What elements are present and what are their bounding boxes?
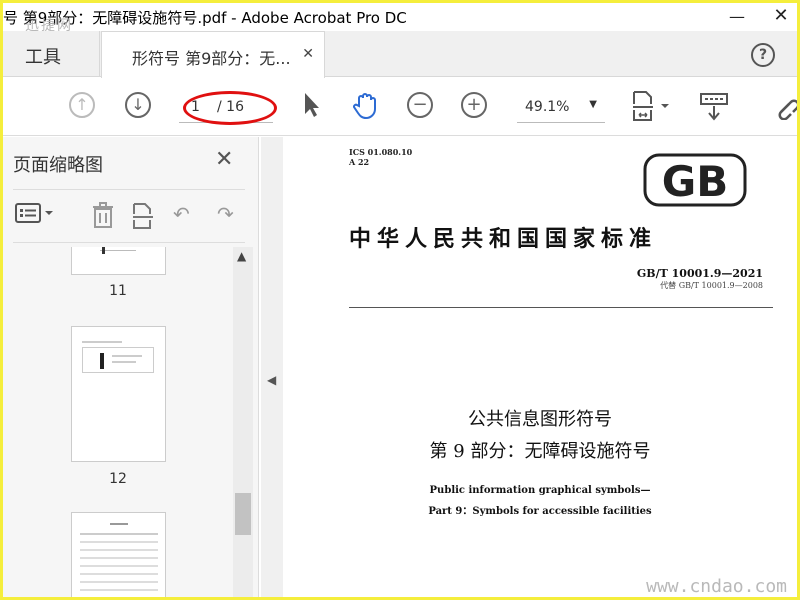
close-tab-icon[interactable]: ✕ (302, 46, 314, 62)
thumbnail-panel: 页面缩略图 ✕ ↶ ↷ 11 12 ▲ (3, 137, 259, 597)
divider (349, 307, 773, 308)
delete-page-icon[interactable] (91, 202, 115, 233)
app-window: 号 第9部分：无障碍设施符号.pdf - Adobe Acrobat Pro D… (0, 0, 800, 600)
scrollbar-thumb[interactable] (235, 493, 251, 535)
thumbnail-label: 12 (109, 471, 127, 487)
chevron-up-icon[interactable]: ▲ (237, 249, 246, 263)
close-window-icon[interactable]: ✕ (769, 5, 793, 27)
scroll-mode-icon[interactable] (699, 92, 729, 126)
document-subtitle-cn: 第 9 部分：无障碍设施符号 (429, 441, 651, 462)
link-icon[interactable] (775, 92, 797, 126)
ccs-code: A 22 (349, 157, 370, 167)
tab-bar: 工具 形符号 第9部分：无... ✕ ? (3, 31, 797, 78)
title-bar: 号 第9部分：无障碍设施符号.pdf - Adobe Acrobat Pro D… (3, 3, 797, 34)
thumbnail-label: 11 (109, 283, 127, 299)
thumbnail-scrollbar[interactable]: ▲ (233, 247, 253, 597)
page-thumbnail-13[interactable] (71, 512, 166, 597)
document-title-cn: 公共信息图形符号 (468, 409, 612, 430)
help-icon[interactable]: ? (751, 43, 775, 67)
hand-tool-icon[interactable] (351, 90, 381, 126)
logo-text: GB (662, 157, 729, 206)
page-thumbnail-12[interactable] (71, 326, 166, 462)
gb-logo: GB (643, 153, 747, 207)
ics-code: ICS 01.080.10 (349, 147, 413, 157)
page-thumbnail-11[interactable] (71, 247, 166, 275)
next-page-icon[interactable]: ↓ (125, 92, 151, 118)
select-cursor-icon[interactable] (303, 92, 321, 124)
rotate-left-icon[interactable]: ↶ (173, 202, 190, 226)
document-viewer[interactable]: ICS 01.080.10 A 22 GB 中华人民共和国国家标准 GB/T 1… (283, 137, 797, 597)
tab-document-label: 形符号 第9部分：无... (132, 49, 291, 68)
tab-document[interactable]: 形符号 第9部分：无... ✕ (101, 31, 325, 78)
zoom-level-value: 49.1% (525, 99, 570, 115)
close-panel-icon[interactable]: ✕ (215, 147, 233, 172)
previous-page-icon[interactable]: ↑ (69, 92, 95, 118)
red-annotation-ellipse (183, 91, 277, 125)
site-watermark: www.cndao.com (646, 576, 787, 597)
panel-collapse-strip[interactable]: ◀ (261, 137, 283, 597)
tab-tools[interactable]: 工具 (3, 31, 100, 77)
zoom-in-icon[interactable]: + (461, 92, 487, 118)
minimize-icon[interactable]: — (729, 7, 745, 26)
insert-page-icon[interactable] (131, 202, 157, 235)
panel-title: 页面缩略图 (13, 155, 103, 176)
chevron-down-icon: ▼ (589, 99, 597, 110)
thumbnail-list: 11 12 (13, 247, 231, 597)
collapse-left-icon[interactable]: ◀ (267, 373, 276, 387)
rotate-right-icon[interactable]: ↷ (217, 202, 234, 226)
main-toolbar: ↑ ↓ 1 / 16 − + 49.1% ▼ (3, 78, 797, 136)
options-menu-icon[interactable] (15, 202, 55, 229)
document-subtitle-en: Part 9：Symbols for accessible facilities (428, 506, 652, 517)
standard-number: GB/T 10001.9—2021 (636, 267, 763, 280)
page-fit-icon[interactable] (631, 90, 675, 126)
document-heading: 中华人民共和国国家标准 (349, 226, 658, 252)
zoom-level-select[interactable]: 49.1% ▼ (517, 93, 605, 123)
document-title-en: Public information graphical symbols— (429, 485, 651, 496)
thumbnail-toolbar: ↶ ↷ (13, 189, 245, 243)
replaces-standard: 代替 GB/T 10001.9—2008 (660, 281, 763, 290)
zoom-out-icon[interactable]: − (407, 92, 433, 118)
